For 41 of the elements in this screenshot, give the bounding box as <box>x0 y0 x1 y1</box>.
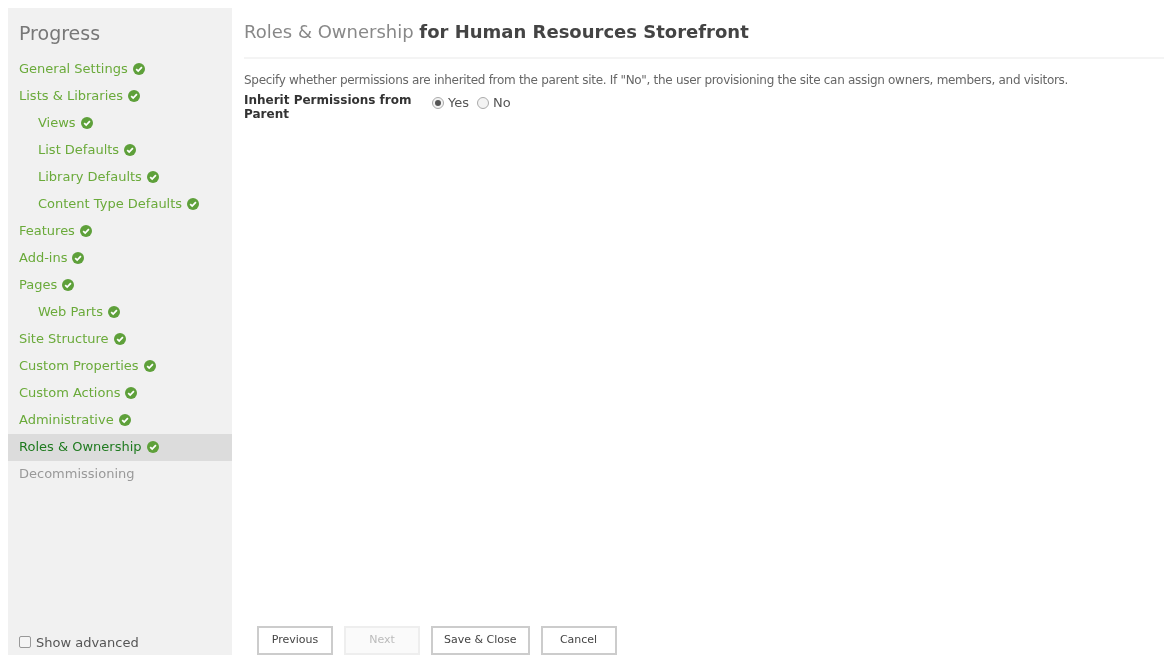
sidebar-item[interactable]: Views <box>8 109 232 137</box>
check-circle-icon <box>146 441 159 453</box>
check-circle-icon <box>113 333 126 345</box>
radio-option[interactable]: No <box>477 93 511 113</box>
sidebar-item[interactable]: Decommissioning <box>8 460 232 488</box>
check-circle-icon <box>143 360 156 372</box>
check-circle-icon <box>72 252 85 264</box>
sidebar-item[interactable]: General Settings <box>8 55 232 83</box>
check-circle-icon <box>107 306 120 318</box>
sidebar-item[interactable]: Library Defaults <box>8 163 232 191</box>
check-circle-icon <box>128 90 141 102</box>
check-circle-icon <box>79 225 92 237</box>
check-circle-icon <box>125 387 138 399</box>
page-title: Roles & Ownership for Human Resources Storefront <box>244 18 1164 59</box>
check-circle-icon <box>124 144 137 156</box>
wizard-button[interactable]: Save & Close <box>431 626 530 655</box>
sidebar-item[interactable]: Lists & Libraries <box>8 82 232 110</box>
check-circle-icon <box>146 171 159 183</box>
check-circle-icon <box>132 63 145 75</box>
check-circle-icon <box>187 198 200 210</box>
field-label: Inherit Permissions from Parent <box>244 93 413 121</box>
description-text: Specify whether permissions are inherited from the parent site. If "No", the user provisioning the site can assign owners, members, and visitors. <box>244 72 1069 89</box>
sidebar-item[interactable]: Features <box>8 217 232 245</box>
sidebar-item[interactable]: Pages <box>8 271 232 299</box>
sidebar-item[interactable]: Content Type Defaults <box>8 190 232 218</box>
sidebar-item[interactable]: Roles & Ownership <box>8 433 232 461</box>
sidebar-item[interactable]: List Defaults <box>8 136 232 164</box>
check-circle-icon <box>62 279 75 291</box>
radio-option[interactable]: Yes <box>432 93 469 113</box>
sidebar-item[interactable]: Site Structure <box>8 325 232 353</box>
check-circle-icon <box>80 117 93 129</box>
sidebar-item[interactable]: Custom Properties <box>8 352 232 380</box>
sidebar-title: Progress <box>18 21 102 46</box>
wizard-button[interactable]: Previous <box>257 626 333 655</box>
sidebar-item[interactable]: Add-ins <box>8 244 232 272</box>
sidebar-item[interactable]: Custom Actions <box>8 379 232 407</box>
sidebar-item[interactable]: Web Parts <box>8 298 232 326</box>
check-circle-icon <box>118 414 131 426</box>
show-advanced-checkbox[interactable]: Show advanced <box>19 632 139 652</box>
sidebar-item[interactable]: Administrative <box>8 406 232 434</box>
wizard-button[interactable]: Cancel <box>540 626 617 655</box>
